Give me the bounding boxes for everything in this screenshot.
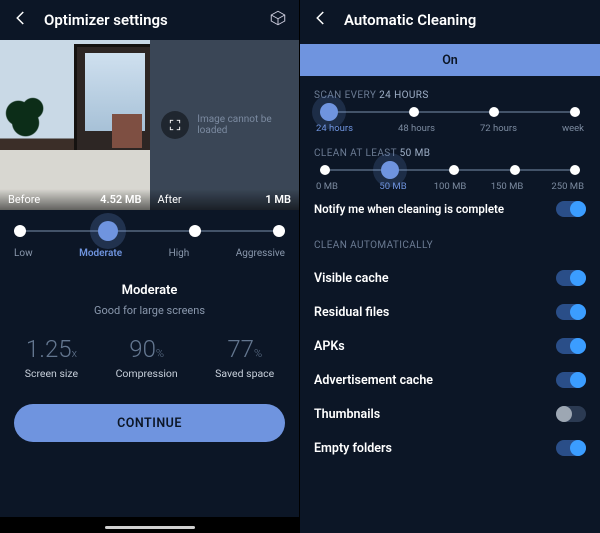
clean-stop[interactable]	[449, 165, 459, 175]
option-row[interactable]: Thumbnails	[300, 397, 600, 431]
clean-label: 100 MB	[430, 181, 470, 192]
option-label: Thumbnails	[314, 407, 380, 422]
option-switch[interactable]	[556, 304, 586, 320]
option-label: APKs	[314, 339, 345, 354]
quality-labels: Low Moderate High Aggressive	[14, 248, 285, 259]
clean-label: 0 MB	[316, 181, 356, 192]
after-label: After	[158, 193, 182, 206]
option-switch[interactable]	[556, 270, 586, 286]
quality-description: Moderate Good for large screens	[0, 283, 299, 317]
clean-label: 50 MB	[373, 181, 413, 192]
option-row[interactable]: Visible cache	[300, 261, 600, 295]
option-switch[interactable]	[556, 372, 586, 388]
clean-stop[interactable]	[381, 161, 399, 179]
option-label: Advertisement cache	[314, 373, 433, 388]
quality-desc-title: Moderate	[0, 283, 299, 298]
clean-threshold-slider[interactable]	[320, 169, 580, 171]
right-header: Automatic Cleaning	[300, 0, 600, 40]
before-photo	[0, 40, 150, 210]
page-title: Automatic Cleaning	[344, 11, 476, 29]
before-size: 4.52 MB	[100, 193, 141, 206]
nav-bar	[0, 517, 299, 533]
quality-label-moderate: Moderate	[79, 248, 122, 259]
optimizer-settings-screen: Optimizer settings Before 4.52 MB	[0, 0, 300, 533]
before-label: Before	[8, 193, 40, 206]
quality-desc-sub: Good for large screens	[0, 304, 299, 317]
quality-stop-high[interactable]	[189, 225, 201, 237]
scan-interval-slider[interactable]	[320, 111, 580, 113]
clean-threshold-labels: 0 MB 50 MB 100 MB 150 MB 250 MB	[316, 181, 584, 192]
continue-button[interactable]: CONTINUE	[14, 404, 285, 442]
left-header: Optimizer settings	[0, 0, 299, 40]
scan-stop[interactable]	[570, 107, 580, 117]
quality-stop-low[interactable]	[14, 225, 26, 237]
clean-stop[interactable]	[570, 165, 580, 175]
option-switch[interactable]	[556, 406, 586, 422]
notify-row[interactable]: Notify me when cleaning is complete	[300, 192, 600, 226]
clean-stop[interactable]	[320, 165, 330, 175]
option-row[interactable]: APKs	[300, 329, 600, 363]
stats-row: 1.25x Screen size 90% Compression 77% Sa…	[0, 335, 299, 380]
before-preview[interactable]: Before 4.52 MB	[0, 40, 150, 210]
quality-stop-moderate[interactable]	[98, 221, 118, 241]
clean-auto-title: CLEAN AUTOMATICALLY	[314, 240, 586, 251]
scan-label: 48 hours	[398, 123, 435, 134]
clean-stop[interactable]	[510, 165, 520, 175]
back-icon[interactable]	[312, 9, 330, 31]
clean-at-least-title: CLEAN AT LEAST 50 MB	[314, 148, 586, 159]
quality-label-high: High	[169, 248, 190, 259]
page-title: Optimizer settings	[44, 11, 168, 29]
automatic-cleaning-screen: Automatic Cleaning On SCAN EVERY 24 HOUR…	[300, 0, 600, 533]
option-label: Residual files	[314, 305, 389, 320]
scan-stop[interactable]	[409, 107, 419, 117]
quality-slider[interactable]	[14, 230, 285, 232]
after-size: 1 MB	[265, 193, 291, 206]
scan-stop[interactable]	[320, 103, 338, 121]
notify-label: Notify me when cleaning is complete	[314, 202, 504, 216]
option-label: Empty folders	[314, 441, 392, 456]
stat-compression: 90% Compression	[116, 335, 178, 380]
option-switch[interactable]	[556, 338, 586, 354]
quality-stop-aggressive[interactable]	[273, 225, 285, 237]
scan-label: 24 hours	[316, 123, 353, 134]
home-indicator[interactable]	[105, 526, 195, 529]
scan-interval-labels: 24 hours 48 hours 72 hours week	[316, 123, 584, 134]
after-preview[interactable]: Image cannot be loaded After 1 MB	[150, 40, 300, 210]
on-label: On	[442, 53, 458, 68]
auto-cleaning-toggle-bar[interactable]: On	[300, 44, 600, 76]
scan-stop[interactable]	[489, 107, 499, 117]
scan-every-title: SCAN EVERY 24 HOURS	[314, 90, 586, 101]
expand-icon[interactable]	[161, 111, 189, 139]
stat-saved-space: 77% Saved space	[215, 335, 274, 380]
quality-label-low: Low	[14, 248, 33, 259]
scan-label: week	[562, 123, 584, 134]
clean-label: 250 MB	[544, 181, 584, 192]
option-row[interactable]: Empty folders	[300, 431, 600, 465]
back-icon[interactable]	[12, 9, 30, 31]
before-after-row: Before 4.52 MB Image cannot be loaded Af…	[0, 40, 299, 210]
option-switch[interactable]	[556, 440, 586, 456]
clean-label: 150 MB	[487, 181, 527, 192]
option-row[interactable]: Advertisement cache	[300, 363, 600, 397]
option-label: Visible cache	[314, 271, 389, 286]
cube-icon[interactable]	[269, 9, 287, 31]
option-row[interactable]: Residual files	[300, 295, 600, 329]
scan-label: 72 hours	[480, 123, 517, 134]
image-error-text: Image cannot be loaded	[197, 114, 287, 136]
quality-label-aggressive: Aggressive	[236, 248, 285, 259]
stat-screen-size: 1.25x Screen size	[25, 335, 78, 380]
notify-switch[interactable]	[556, 201, 586, 217]
